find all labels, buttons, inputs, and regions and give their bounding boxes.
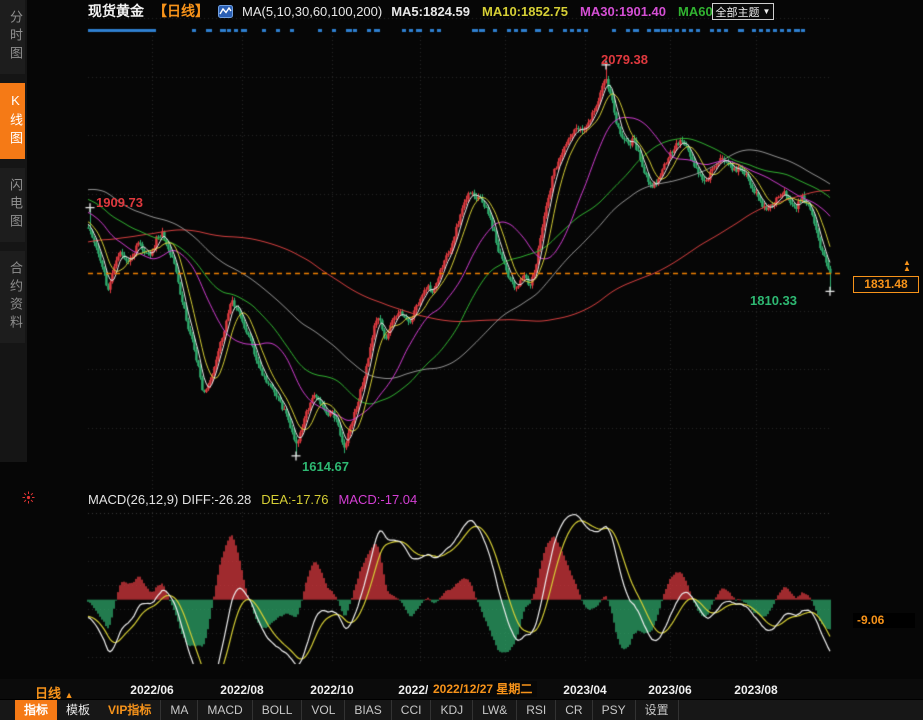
toolbar-item-指标[interactable]: 指标 [15,700,57,720]
x-tick-2023/04: 2023/04 [550,683,620,697]
indicator-settings-icon[interactable] [22,491,35,509]
last-price-badge: 1831.48 [853,276,919,293]
sidebar-tab-4[interactable]: 合约资料 [0,251,25,343]
indicator-toolbar: 指标模板VIP指标MAMACDBOLLVOLBIASCCIKDJLW&RSICR… [0,699,923,720]
low-price-annotation: 1614.67 [302,459,349,474]
theme-dropdown-button[interactable]: 全部主题 ▼ [712,3,774,20]
chart-header: 现货黄金 【日线】 MA(5,10,30,60,100,200) MA5:182… [88,2,713,20]
toolbar-item-MA[interactable]: MA [160,700,197,720]
period-tag: 【日线】 [153,1,209,21]
toolbar-item-模板[interactable]: 模板 [57,700,99,720]
toolbar-item-BIAS[interactable]: BIAS [344,700,390,720]
toolbar-item-VOL[interactable]: VOL [301,700,344,720]
x-tick-2023/06: 2023/06 [635,683,705,697]
x-tick-2022/10: 2022/10 [297,683,367,697]
x-axis-row: 日线 ▲ 2022/062022/082022/102022/122023/02… [0,679,923,699]
high-price-annotation: 1909.73 [96,195,143,210]
left-sidebar: 分时图 K线图闪电图合约资料 [0,0,27,462]
chevron-down-icon: ▼ [763,7,771,16]
theme-dropdown-label: 全部主题 [716,4,760,20]
macd-axis-value-badge: -9.06 [853,613,915,628]
low-price-annotation: 1810.33 [750,293,797,308]
ma-settings-label: MA(5,10,30,60,100,200) [242,4,382,19]
toolbar-item-RSI[interactable]: RSI [516,700,555,720]
sidebar-tabs: 分时图 K线图闪电图合约资料 [0,0,27,343]
ma-value-label: MA10:1852.75 [482,4,568,19]
toolbar-item-BOLL[interactable]: BOLL [252,700,302,720]
line-chart-icon [218,5,233,18]
macd-title: MACD(26,12,9) DIFF:-26.28 [88,492,251,507]
sidebar-tab-3[interactable]: 闪电图 [0,168,25,242]
trading-app-window: 分时图 K线图闪电图合约资料 现货黄金 【日线】 MA(5,10,30,60,10… [0,0,923,720]
x-tick-2022/08: 2022/08 [207,683,277,697]
macd-header: MACD(26,12,9) DIFF:-26.28 DEA:-17.76 MAC… [88,492,417,507]
ma-value-label: MA60 [678,4,713,19]
toolbar-item-CR[interactable]: CR [555,700,591,720]
price-up-arrows-icon: ▲▲ [903,260,911,272]
x-tick-2022/06: 2022/06 [117,683,187,697]
toolbar-item-设置[interactable]: 设置 [635,700,679,720]
ma-value-label: MA5:1824.59 [391,4,470,19]
candlestick-chart-canvas[interactable] [0,0,923,720]
macd-dea-value: DEA:-17.76 [261,492,328,507]
sidebar-tab-2[interactable]: K线图 [0,83,25,159]
toolbar-item-CCI[interactable]: CCI [391,700,431,720]
toolbar-item-LW&[interactable]: LW& [472,700,516,720]
ma-value-label: MA30:1901.40 [580,4,666,19]
toolbar-item-KDJ[interactable]: KDJ [430,700,472,720]
toolbar-item-MACD[interactable]: MACD [197,700,251,720]
sidebar-tab-1[interactable]: 分时图 [0,0,25,74]
symbol-name: 现货黄金 [88,1,144,21]
toolbar-item-PSY[interactable]: PSY [592,700,635,720]
high-price-annotation: 2079.38 [601,52,648,67]
ma-values: MA5:1824.59 MA10:1852.75 MA30:1901.40 MA60 [391,4,712,19]
macd-macd-value: MACD:-17.04 [339,492,418,507]
crosshair-date-tooltip: 2022/12/27 星期二 [428,681,537,697]
toolbar-item-VIP指标[interactable]: VIP指标 [99,700,160,720]
x-tick-2023/08: 2023/08 [721,683,791,697]
